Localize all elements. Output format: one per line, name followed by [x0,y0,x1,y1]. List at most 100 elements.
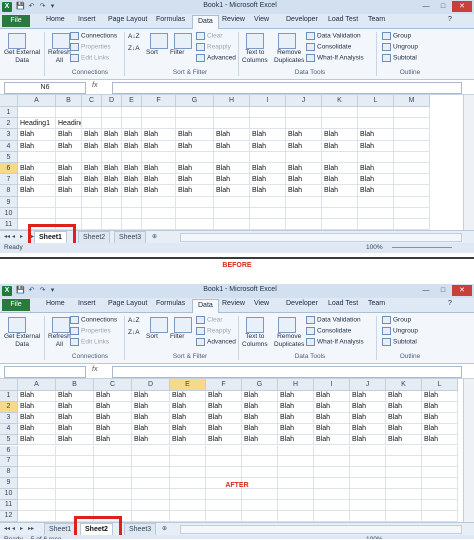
cell[interactable] [132,489,170,500]
cell[interactable] [18,107,56,119]
cell[interactable]: Blah [386,391,422,402]
minimize-button[interactable]: — [418,285,434,296]
consolidate-button[interactable]: Consolidate [306,327,351,336]
cell[interactable] [358,118,394,130]
cell[interactable] [82,207,102,219]
cell[interactable] [122,118,142,130]
cell[interactable] [56,489,94,500]
row-header-5[interactable]: 5 [0,151,18,163]
text-to-columns-button[interactable]: Text to Columns [242,49,268,65]
cell[interactable] [170,489,206,500]
properties-button[interactable]: Properties [70,43,111,52]
cell[interactable]: Blah [170,391,206,402]
row-header-1[interactable]: 1 [0,107,18,119]
cell[interactable]: Blah [206,423,242,435]
cell[interactable]: Blah [94,391,132,402]
remove-duplicates-icon[interactable] [278,317,296,333]
cell[interactable]: Blah [176,163,214,175]
cell[interactable]: Blah [18,185,56,197]
select-all-corner[interactable] [0,95,18,107]
row-header-10[interactable]: 10 [0,207,18,219]
cell[interactable] [250,219,286,231]
save-icon[interactable]: 💾 [16,286,25,295]
properties-button[interactable]: Properties [70,327,111,336]
cell[interactable] [358,207,394,219]
maximize-button[interactable]: □ [435,1,451,12]
quick-access-dropdown-icon[interactable]: ▾ [48,2,57,11]
column-header-e[interactable]: E [170,379,206,391]
cell[interactable]: Blah [322,140,358,152]
cell[interactable]: Blah [286,185,322,197]
sort-za-icon[interactable]: Z↓A [128,45,140,53]
cell[interactable] [122,219,142,231]
filter-button[interactable]: Filter [170,49,184,57]
cell[interactable]: Blah [18,391,56,402]
cell[interactable] [386,500,422,511]
cell[interactable] [82,118,102,130]
cell[interactable] [56,456,94,468]
cell[interactable] [94,500,132,511]
insert-sheet-icon[interactable]: ⊕ [162,525,167,532]
sheet-nav-icon[interactable]: ◂◂ [4,525,10,532]
text-to-columns-icon[interactable] [246,33,264,49]
row-header-4[interactable]: 4 [0,140,18,152]
cell[interactable]: Blah [142,174,176,186]
cell[interactable] [170,467,206,479]
undo-icon[interactable]: ↶ [27,2,36,11]
cell[interactable] [56,467,94,479]
column-header-c[interactable]: C [94,379,132,391]
cell[interactable]: Blah [102,163,122,175]
cell[interactable]: Blah [18,163,56,175]
cell[interactable]: Blah [278,401,314,413]
cell[interactable] [394,185,430,197]
cell[interactable] [56,107,82,119]
cell[interactable] [242,489,278,500]
text-to-columns-icon[interactable] [246,317,264,333]
tab-home[interactable]: Home [46,300,65,307]
cell[interactable]: Blah [250,185,286,197]
cell[interactable] [286,151,322,163]
cell[interactable] [250,118,286,130]
maximize-button[interactable]: □ [435,285,451,296]
cell[interactable]: Blah [176,174,214,186]
column-header-i[interactable]: I [314,379,350,391]
select-all-corner[interactable] [0,379,18,391]
cell[interactable]: Blah [350,391,386,402]
sort-az-icon[interactable]: A↓Z [128,33,140,41]
cell[interactable] [286,107,322,119]
cell[interactable] [394,207,430,219]
cell[interactable] [18,467,56,479]
cell[interactable]: Blah [132,434,170,446]
cell[interactable]: Blah [94,423,132,435]
data-validation-button[interactable]: Data Validation [306,316,361,325]
subtotal-button[interactable]: Subtotal [382,338,417,347]
sort-za-icon[interactable]: Z↓A [128,329,140,337]
cell[interactable]: Blah [350,434,386,446]
cell[interactable]: Blah [122,174,142,186]
cell[interactable] [386,510,422,522]
cell[interactable] [122,207,142,219]
cell[interactable] [176,196,214,208]
cell[interactable]: Blah [350,401,386,413]
cell[interactable] [18,510,56,522]
cell[interactable]: Blah [94,401,132,413]
cell[interactable]: Blah [422,391,458,402]
row-header-11[interactable]: 11 [0,500,18,511]
tab-page-layout[interactable]: Page Layout [108,300,147,307]
row-header-7[interactable]: 7 [0,456,18,468]
zoom-slider[interactable] [392,247,452,249]
cell[interactable]: Blah [102,185,122,197]
cell[interactable]: Blah [214,163,250,175]
filter-icon[interactable] [174,317,192,333]
row-header-5[interactable]: 5 [0,434,18,446]
tab-page-layout[interactable]: Page Layout [108,16,147,23]
refresh-all-icon[interactable] [52,317,70,333]
sort-icon[interactable] [150,317,168,333]
cell[interactable] [250,207,286,219]
sort-az-icon[interactable]: A↓Z [128,317,140,325]
cell[interactable] [322,107,358,119]
column-header-f[interactable]: F [206,379,242,391]
cell[interactable] [142,207,176,219]
cell[interactable] [358,219,394,231]
cell[interactable] [242,456,278,468]
